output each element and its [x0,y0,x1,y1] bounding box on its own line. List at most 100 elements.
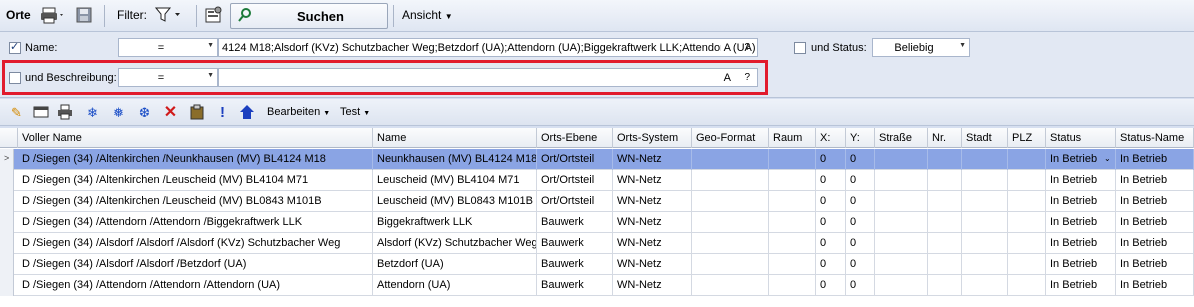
table-cell[interactable] [875,275,928,296]
table-cell[interactable]: D /Siegen (34) /Attendorn /Attendorn /Bi… [18,212,373,233]
table-cell[interactable]: In Betrieb [1116,149,1194,170]
table-cell[interactable]: Ort/Ortsteil [537,170,613,191]
table-cell[interactable]: In Betrieb [1116,170,1194,191]
table-cell[interactable]: In Betrieb [1046,212,1116,233]
table-cell[interactable]: 0 [816,254,846,275]
table-cell[interactable]: 0 [816,233,846,254]
table-cell[interactable] [875,170,928,191]
table-cell[interactable] [875,212,928,233]
table-cell[interactable] [928,275,962,296]
chevron-down-icon[interactable]: ⌄ [1104,154,1111,163]
table-row[interactable]: D /Siegen (34) /Attendorn /Attendorn /At… [0,275,1194,296]
table-cell[interactable]: Betzdorf (UA) [373,254,537,275]
clipboard-icon[interactable] [188,104,205,121]
table-cell[interactable]: 0 [846,149,875,170]
table-cell[interactable]: Bauwerk [537,254,613,275]
table-cell[interactable] [692,149,769,170]
orte-menu[interactable]: Orte [6,8,31,22]
status-select[interactable]: Beliebig ▼ [872,38,970,57]
snowflake-icon[interactable]: ❄ [84,104,101,121]
table-cell[interactable]: 0 [846,170,875,191]
print-icon[interactable] [40,6,66,27]
table-cell[interactable]: D /Siegen (34) /Altenkirchen /Leuscheid … [18,191,373,212]
table-cell[interactable]: Ort/Ortsteil [537,149,613,170]
table-cell[interactable]: In Betrieb [1116,191,1194,212]
row-indicator[interactable] [0,212,14,233]
name-checkbox[interactable] [9,40,21,54]
table-cell[interactable] [928,149,962,170]
table-cell[interactable]: 0 [846,191,875,212]
column-header[interactable]: Status-Name [1116,128,1194,148]
table-cell[interactable]: D /Siegen (34) /Alsdorf /Alsdorf /Betzdo… [18,254,373,275]
description-checkbox[interactable] [9,72,21,84]
column-header[interactable]: Y: [846,128,875,148]
table-cell[interactable]: In Betrieb [1116,212,1194,233]
column-header[interactable]: Raum [769,128,816,148]
table-cell[interactable] [928,233,962,254]
table-cell[interactable]: Bauwerk [537,212,613,233]
table-cell[interactable] [928,212,962,233]
help-icon[interactable]: ? [744,42,750,53]
print-icon[interactable] [56,104,73,121]
status-checkbox[interactable] [794,42,806,54]
table-cell[interactable]: In Betrieb [1046,170,1116,191]
bearbeiten-menu[interactable]: Bearbeiten ▼ [267,106,330,118]
table-cell[interactable]: Leuscheid (MV) BL0843 M101B [373,191,537,212]
table-cell[interactable]: D /Siegen (34) /Alsdorf /Alsdorf /Alsdor… [18,233,373,254]
delete-icon[interactable]: ✕ [162,104,179,121]
exclamation-icon[interactable]: ! [214,104,231,121]
search-button[interactable]: Suchen [230,3,388,29]
table-cell[interactable] [769,191,816,212]
case-sensitive-icon[interactable]: A [720,72,731,84]
row-indicator[interactable] [0,254,14,275]
table-row[interactable]: D /Siegen (34) /Altenkirchen /Leuscheid … [0,170,1194,191]
row-indicator[interactable] [0,191,14,212]
table-cell[interactable]: 0 [846,233,875,254]
table-cell[interactable] [962,212,1008,233]
table-cell[interactable]: D /Siegen (34) /Attendorn /Attendorn /At… [18,275,373,296]
column-header[interactable]: Orts-System [613,128,692,148]
table-cell[interactable] [1008,233,1046,254]
row-indicator[interactable] [0,170,14,191]
save-icon[interactable] [75,6,93,27]
table-cell[interactable] [875,254,928,275]
home-icon[interactable] [238,104,255,121]
table-cell[interactable] [692,233,769,254]
table-cell[interactable]: In Betrieb [1116,275,1194,296]
table-cell[interactable] [769,212,816,233]
test-menu[interactable]: Test ▼ [340,106,370,118]
new-icon[interactable]: ✎ [8,104,25,121]
table-cell[interactable] [962,191,1008,212]
table-cell[interactable]: 0 [816,275,846,296]
table-cell[interactable]: 0 [816,149,846,170]
table-row[interactable]: D /Siegen (34) /Alsdorf /Alsdorf /Betzdo… [0,254,1194,275]
table-cell[interactable] [875,149,928,170]
table-cell[interactable] [769,275,816,296]
table-cell[interactable] [692,254,769,275]
table-row[interactable]: D /Siegen (34) /Alsdorf /Alsdorf /Alsdor… [0,233,1194,254]
table-cell[interactable]: In Betrieb [1046,275,1116,296]
table-cell[interactable] [1008,275,1046,296]
table-cell[interactable] [692,212,769,233]
table-cell[interactable]: WN-Netz [613,191,692,212]
table-cell[interactable]: In Betrieb [1046,254,1116,275]
table-cell[interactable] [962,275,1008,296]
table-cell[interactable] [1008,149,1046,170]
table-cell[interactable]: 0 [816,191,846,212]
table-cell[interactable]: WN-Netz [613,170,692,191]
table-cell[interactable]: D /Siegen (34) /Altenkirchen /Neunkhause… [18,149,373,170]
table-cell[interactable]: WN-Netz [613,275,692,296]
table-cell[interactable] [928,170,962,191]
table-cell[interactable]: In Betrieb [1046,191,1116,212]
column-header[interactable]: Stadt [962,128,1008,148]
snowflake-gear-icon[interactable]: ❅ [110,104,127,121]
name-operator-select[interactable]: = ▼ [118,38,218,57]
table-row[interactable]: D /Siegen (34) /Altenkirchen /Leuscheid … [0,191,1194,212]
table-cell[interactable] [769,149,816,170]
table-cell[interactable] [962,254,1008,275]
name-input[interactable]: 4124 M18;Alsdorf (KVz) Schutzbacher Weg;… [218,38,758,57]
table-cell[interactable]: Leuscheid (MV) BL4104 M71 [373,170,537,191]
table-cell[interactable] [1008,254,1046,275]
table-cell[interactable] [769,233,816,254]
table-cell[interactable] [692,275,769,296]
